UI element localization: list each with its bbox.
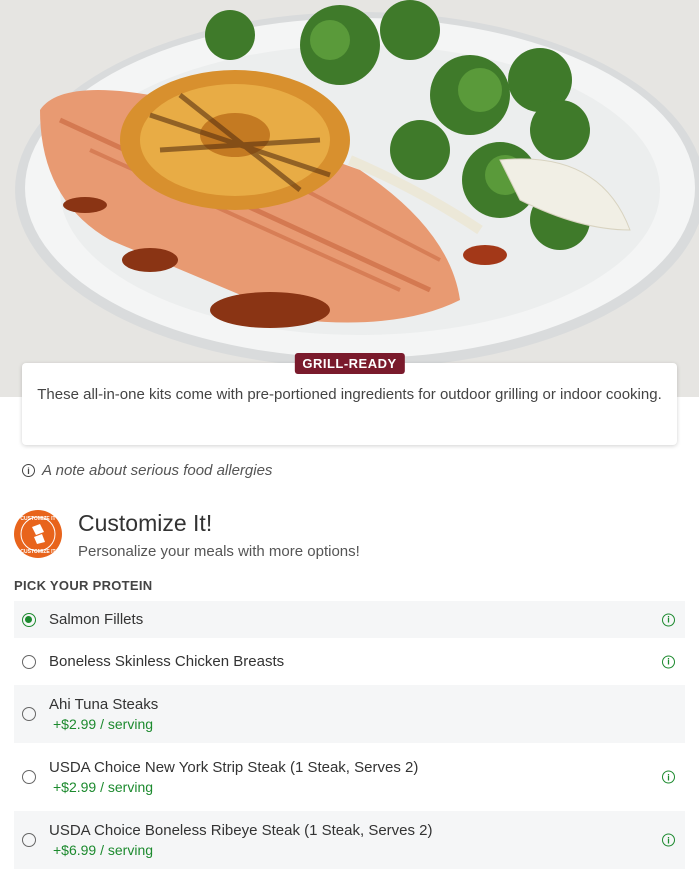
svg-text:CUSTOMIZE IT: CUSTOMIZE IT [20, 549, 55, 555]
info-icon[interactable]: i [662, 770, 675, 784]
protein-options: Salmon Fillets i Boneless Skinless Chick… [14, 601, 685, 869]
allergy-note-text: A note about serious food allergies [42, 462, 273, 479]
radio-button[interactable] [22, 707, 36, 721]
protein-option-ny-strip[interactable]: USDA Choice New York Strip Steak (1 Stea… [14, 743, 685, 811]
kit-description: These all-in-one kits come with pre-port… [37, 386, 662, 403]
radio-button[interactable] [22, 833, 36, 847]
kit-info-card: GRILL-READY These all-in-one kits come w… [22, 353, 677, 445]
protein-option-salmon[interactable]: Salmon Fillets i [14, 601, 685, 638]
option-name: Boneless Skinless Chicken Breasts [49, 653, 285, 670]
customize-title: Customize It! [78, 510, 213, 536]
customize-subtitle: Personalize your meals with more options… [78, 543, 360, 560]
radio-button[interactable] [22, 654, 36, 669]
option-price: +$2.99 / serving [53, 716, 154, 732]
option-price: +$6.99 / serving [53, 842, 154, 858]
info-icon[interactable]: i [662, 613, 675, 626]
option-name: Salmon Fillets [49, 611, 144, 628]
option-price: +$2.99 / serving [53, 779, 154, 795]
grill-ready-badge: GRILL-READY [294, 353, 405, 374]
customize-it-logo: CUSTOMIZE IT CUSTOMIZE IT [14, 510, 62, 558]
hero-image [0, 0, 699, 397]
info-icon[interactable]: i [662, 833, 675, 847]
allergy-note-link[interactable]: i A note about serious food allergies [22, 462, 272, 479]
pick-protein-label: PICK YOUR PROTEIN [14, 578, 153, 593]
protein-option-chicken[interactable]: Boneless Skinless Chicken Breasts i [14, 638, 685, 685]
info-icon[interactable]: i [662, 655, 675, 668]
salmon-dish-illustration [0, 0, 699, 397]
radio-button-selected[interactable] [22, 612, 36, 627]
option-name: USDA Choice New York Strip Steak (1 Stea… [49, 759, 419, 776]
protein-option-ahi-tuna[interactable]: Ahi Tuna Steaks +$2.99 / serving [14, 685, 685, 743]
radio-button[interactable] [22, 770, 36, 784]
info-icon: i [22, 464, 35, 477]
protein-option-ribeye[interactable]: USDA Choice Boneless Ribeye Steak (1 Ste… [14, 811, 685, 869]
option-name: Ahi Tuna Steaks [49, 696, 159, 713]
svg-text:CUSTOMIZE IT: CUSTOMIZE IT [20, 516, 55, 522]
option-name: USDA Choice Boneless Ribeye Steak (1 Ste… [49, 822, 433, 839]
